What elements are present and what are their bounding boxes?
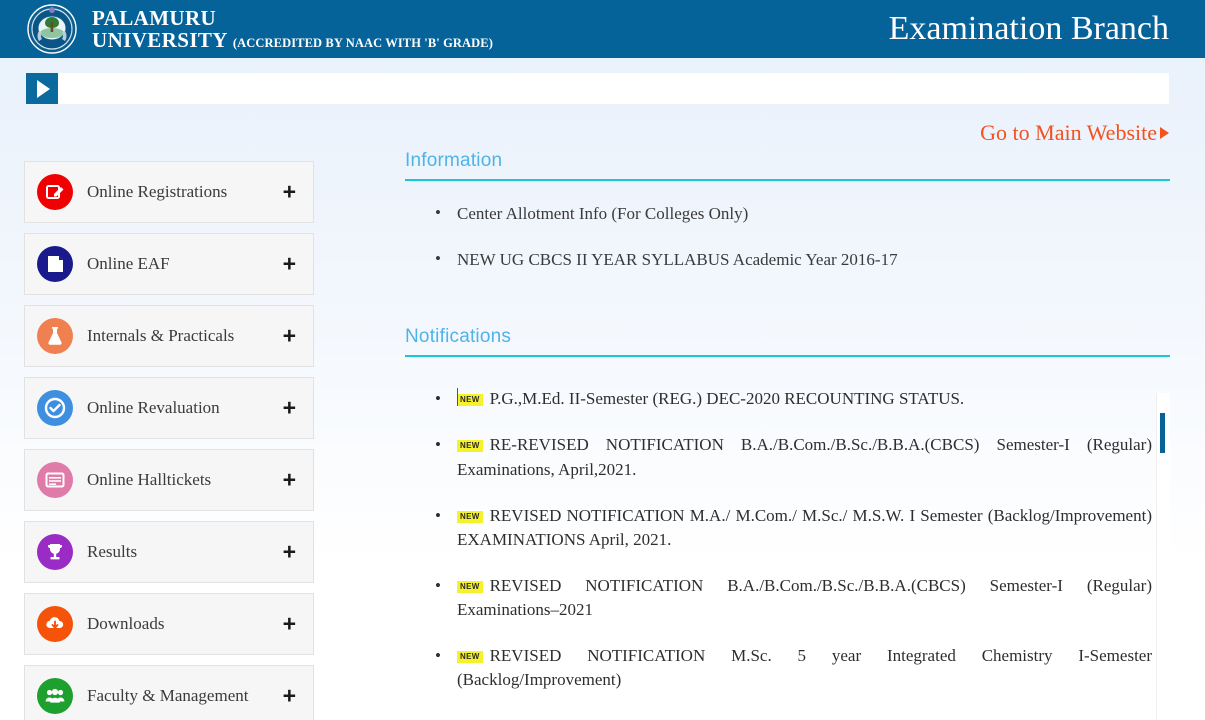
sidebar-item-label: Results (87, 542, 138, 561)
sidebar-item-label: Faculty & Management (87, 686, 249, 705)
expand-toggle[interactable]: + (283, 684, 296, 708)
notifications-scroll-area: NEW P.G.,M.Ed. II-Semester (REG.) DEC-202… (405, 365, 1170, 692)
brand-line-2: UNIVERSITY (ACCREDITED BY NAAC WITH 'B' G… (92, 28, 493, 52)
document-page-icon (37, 246, 73, 282)
page-root: PALAMURU UNIVERSITY (ACCREDITED BY NAAC W… (0, 0, 1205, 720)
trophy-icon (37, 534, 73, 570)
expand-toggle[interactable]: + (283, 396, 296, 420)
list-item[interactable]: NEWREVISED NOTIFICATION B.A./B.Com./B.Sc… (405, 574, 1152, 622)
brand-accreditation: (ACCREDITED BY NAAC WITH 'B' GRADE) (232, 36, 493, 50)
notifications-heading: Notifications (405, 326, 1170, 358)
sidebar-item-label: Internals & Practicals (87, 326, 235, 345)
new-badge: NEW (457, 580, 483, 593)
sidebar-item-label: Online Revaluation (87, 398, 220, 417)
play-triangle-icon[interactable] (26, 73, 58, 104)
text-cursor-marker (457, 388, 458, 407)
sidebar-item-results[interactable]: Results + (24, 521, 314, 583)
main-content: Information Center Allotment Info (For C… (405, 150, 1170, 720)
new-badge: NEW (457, 510, 483, 523)
sidebar-item-faculty-management[interactable]: Faculty & Management + (24, 665, 314, 720)
triangle-glyph (37, 79, 50, 98)
notification-text: RE-REVISED NOTIFICATION B.A./B.Com./B.Sc… (457, 435, 1152, 479)
sidebar-item-online-revaluation[interactable]: Online Revaluation + (24, 377, 314, 439)
list-item[interactable]: NEWRE-REVISED NOTIFICATION B.A./B.Com./B… (405, 433, 1152, 481)
new-badge: NEW (457, 394, 483, 407)
table-list-icon (37, 462, 73, 498)
list-item[interactable]: NEW UG CBCS II YEAR SYLLABUS Academic Ye… (405, 247, 1170, 273)
notifications-list: NEW P.G.,M.Ed. II-Semester (REG.) DEC-202… (405, 387, 1152, 692)
list-item[interactable]: NEWREVISED NOTIFICATION M.Sc. 5 year Int… (405, 644, 1152, 692)
sidebar-item-label: Online Halltickets (87, 470, 212, 489)
expand-toggle[interactable]: + (283, 324, 296, 348)
notifications-scrollbar[interactable] (1156, 393, 1170, 720)
notifications-panel: NEW P.G.,M.Ed. II-Semester (REG.) DEC-202… (405, 365, 1170, 720)
notification-text: REVISED NOTIFICATION M.Sc. 5 year Integr… (457, 646, 1152, 690)
expand-toggle[interactable]: + (283, 540, 296, 564)
expand-toggle[interactable]: + (283, 180, 296, 204)
triangle-right-icon (1160, 127, 1169, 139)
go-to-main-website-link[interactable]: Go to Main Website (980, 120, 1169, 146)
expand-toggle[interactable]: + (283, 252, 296, 276)
sidebar-item-online-halltickets[interactable]: Online Halltickets + (24, 449, 314, 511)
sidebar-item-label: Online Registrations (87, 182, 228, 201)
new-badge: NEW (457, 651, 483, 664)
expand-toggle[interactable]: + (283, 468, 296, 492)
edit-pencil-icon (37, 174, 73, 210)
sidebar-item-downloads[interactable]: Downloads + (24, 593, 314, 655)
brand-text: PALAMURU UNIVERSITY (ACCREDITED BY NAAC W… (92, 7, 493, 51)
information-list: Center Allotment Info (For Colleges Only… (405, 201, 1170, 273)
notification-text: REVISED NOTIFICATION B.A./B.Com./B.Sc./B… (457, 575, 1152, 620)
sidebar: Online Registrations + Online EAF + Inte… (24, 161, 314, 720)
list-item[interactable]: NEWREVISED NOTIFICATION M.A./ M.Com./ M.… (405, 504, 1152, 552)
scrollbar-thumb[interactable] (1160, 413, 1165, 454)
people-group-icon (37, 678, 73, 714)
list-item[interactable]: NEW P.G.,M.Ed. II-Semester (REG.) DEC-202… (405, 387, 1152, 411)
main-website-label: Go to Main Website (980, 120, 1157, 145)
page-title: Examination Branch (888, 10, 1169, 47)
new-badge: NEW (457, 440, 483, 453)
brand-line-1: PALAMURU (92, 5, 217, 30)
information-heading: Information (405, 150, 1170, 181)
sidebar-item-label: Online EAF (87, 254, 170, 273)
list-item[interactable]: Center Allotment Info (For Colleges Only… (405, 201, 1170, 227)
nav-menu-bar[interactable] (58, 73, 1169, 104)
site-header: PALAMURU UNIVERSITY (ACCREDITED BY NAAC W… (0, 0, 1205, 58)
download-cloud-icon (37, 606, 73, 642)
notification-text: P.G.,M.Ed. II-Semester (REG.) DEC-2020 R… (489, 389, 965, 409)
check-circle-icon (37, 390, 73, 426)
expand-toggle[interactable]: + (283, 612, 296, 636)
university-crest-icon (26, 3, 78, 55)
sidebar-item-internals-practicals[interactable]: Internals & Practicals + (24, 305, 314, 367)
brand: PALAMURU UNIVERSITY (ACCREDITED BY NAAC W… (26, 3, 493, 55)
sidebar-item-online-eaf[interactable]: Online EAF + (24, 233, 314, 295)
notification-text: REVISED NOTIFICATION M.A./ M.Com./ M.Sc.… (457, 505, 1152, 549)
nav-strip (0, 58, 1205, 108)
sidebar-item-label: Downloads (87, 614, 165, 633)
sidebar-item-online-registrations[interactable]: Online Registrations + (24, 161, 314, 223)
flask-icon (37, 318, 73, 354)
